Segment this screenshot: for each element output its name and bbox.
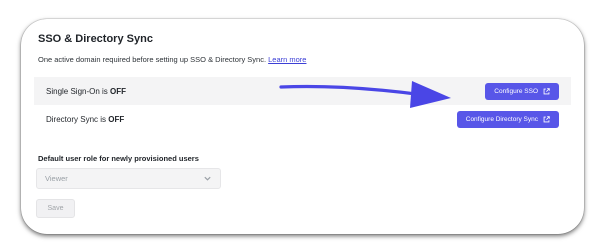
chevron-down-icon (204, 176, 211, 181)
external-link-icon (543, 115, 550, 122)
default-role-label: Default user role for newly provisioned … (38, 154, 199, 163)
directory-sync-status-text: Directory Sync is OFF (46, 115, 124, 124)
configure-directory-sync-button[interactable]: Configure Directory Sync (456, 110, 559, 128)
configure-directory-sync-label: Configure Directory Sync (465, 115, 538, 123)
default-role-select[interactable]: Viewer (36, 168, 221, 189)
sso-status-value: OFF (110, 86, 127, 96)
annotation-arrow-icon (279, 81, 451, 108)
section-subtitle: One active domain required before settin… (38, 55, 306, 64)
directory-sync-row: Directory Sync is OFF Configure Director… (34, 105, 571, 133)
sso-settings-card: SSO & Directory Sync One active domain r… (21, 19, 584, 234)
configure-sso-button[interactable]: Configure SSO (485, 82, 559, 100)
section-title: SSO & Directory Sync (38, 33, 153, 45)
configure-sso-label: Configure SSO (494, 87, 538, 95)
default-role-value: Viewer (45, 174, 68, 183)
directory-sync-status-label: Directory Sync is (46, 114, 109, 124)
sso-status-label: Single Sign-On is (46, 86, 111, 96)
sso-status-text: Single Sign-On is OFF (46, 87, 126, 96)
directory-sync-status-value: OFF (108, 114, 125, 124)
save-button[interactable]: Save (36, 199, 75, 218)
learn-more-link[interactable]: Learn more (268, 55, 306, 64)
external-link-icon (543, 87, 550, 94)
subtitle-text: One active domain required before settin… (38, 55, 267, 64)
